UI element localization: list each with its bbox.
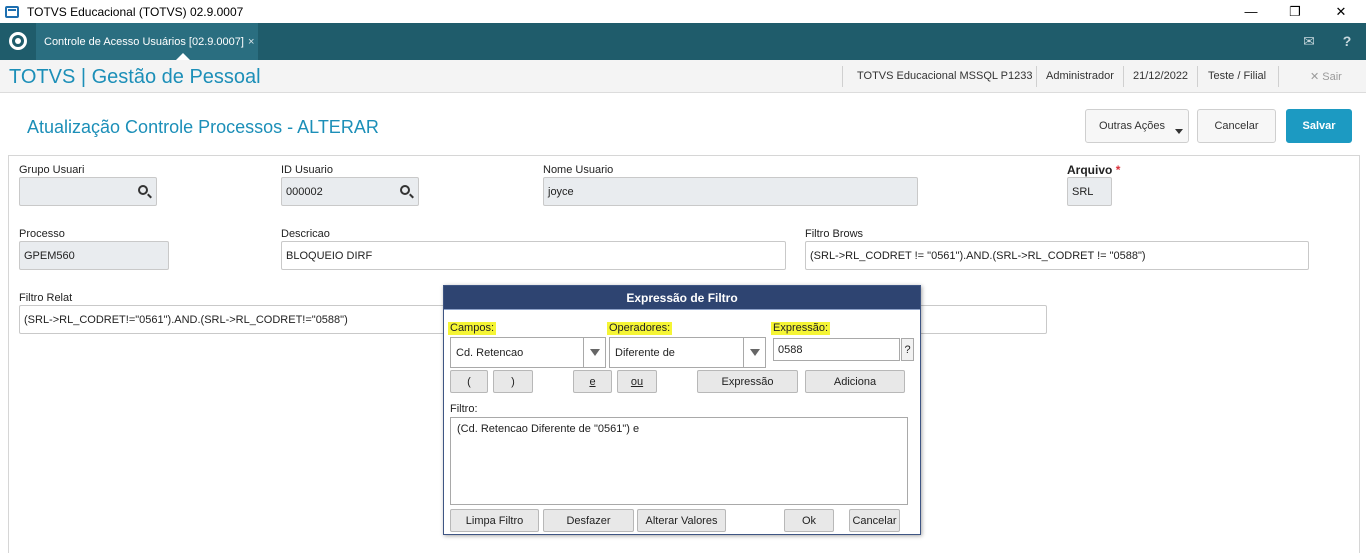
filtro-relat-label: Filtro Relat <box>19 292 73 304</box>
filtro-brows-field[interactable]: (SRL->RL_CODRET != "0561").AND.(SRL->RL_… <box>805 241 1309 270</box>
desfazer-button[interactable]: Desfazer <box>543 509 634 532</box>
adiciona-button[interactable]: Adiciona <box>805 370 905 393</box>
filter-expression-dialog: Expressão de Filtro Campos: Cd. Retencao… <box>443 285 921 535</box>
chevron-down-icon[interactable] <box>743 338 765 367</box>
close-paren-button[interactable]: ) <box>493 370 533 393</box>
ok-button[interactable]: Ok <box>784 509 834 532</box>
filtro-brows-value: (SRL->RL_CODRET != "0561").AND.(SRL->RL_… <box>810 249 1146 262</box>
date-info: 21/12/2022 <box>1133 70 1189 82</box>
campos-value: Cd. Retencao <box>456 346 524 359</box>
window-title-bar: TOTVS Educacional (TOTVS) 02.9.0007 — ❐ … <box>0 0 1366 23</box>
processo-value: GPEM560 <box>24 249 75 262</box>
module-header: TOTVS | Gestão de Pessoal TOTVS Educacio… <box>0 60 1366 93</box>
tab-active-caret <box>176 53 190 60</box>
campos-select[interactable]: Cd. Retencao <box>450 337 606 368</box>
dialog-title: Expressão de Filtro <box>444 286 920 310</box>
user-info: Administrador <box>1046 70 1114 82</box>
nome-usuario-field[interactable]: joyce <box>543 177 918 206</box>
exit-button[interactable]: ✕ Sair <box>1310 70 1342 83</box>
chevron-down-icon[interactable] <box>583 338 605 367</box>
tab-label: Controle de Acesso Usuários [02.9.0007] <box>44 35 244 48</box>
processo-label: Processo <box>19 228 65 240</box>
arquivo-label-text: Arquivo <box>1067 163 1113 177</box>
id-usuario-label: ID Usuario <box>281 164 333 176</box>
help-icon[interactable]: ? <box>1339 33 1355 49</box>
dialog-cancel-button[interactable]: Cancelar <box>849 509 900 532</box>
campos-label: Campos: <box>448 322 497 335</box>
tab-close-icon[interactable]: × <box>248 36 254 48</box>
arquivo-field[interactable]: SRL <box>1067 177 1112 206</box>
expressao-label: Expressão: <box>771 322 831 335</box>
module-brand: TOTVS | Gestão de Pessoal <box>9 66 261 88</box>
environment-info: TOTVS Educacional MSSQL P1233 <box>857 70 1033 82</box>
id-usuario-value: 000002 <box>286 185 323 198</box>
window-title: TOTVS Educacional (TOTVS) 02.9.0007 <box>27 4 244 19</box>
mail-icon[interactable]: ✉ <box>1301 33 1317 49</box>
required-marker: * <box>1115 163 1121 177</box>
other-actions-label: Outras Ações <box>1098 120 1166 132</box>
descricao-value: BLOQUEIO DIRF <box>286 249 373 262</box>
operadores-value: Diferente de <box>615 346 675 359</box>
cancel-button[interactable]: Cancelar <box>1197 109 1276 143</box>
filtro-brows-label: Filtro Brows <box>805 228 864 240</box>
arquivo-value: SRL <box>1072 185 1094 198</box>
divider <box>1278 66 1279 87</box>
nome-usuario-value: joyce <box>548 185 574 198</box>
page-title: Atualização Controle Processos - ALTERAR <box>27 117 379 137</box>
expressao-button[interactable]: Expressão <box>697 370 798 393</box>
id-usuario-field[interactable]: 000002 <box>281 177 419 206</box>
operadores-select[interactable]: Diferente de <box>609 337 766 368</box>
expressao-input[interactable]: 0588 <box>773 338 900 361</box>
tab-controle-acesso[interactable]: Controle de Acesso Usuários [02.9.0007] … <box>36 23 258 60</box>
totvs-logo-icon[interactable] <box>9 32 27 50</box>
operadores-label: Operadores: <box>607 322 673 335</box>
divider <box>1197 66 1198 87</box>
nome-usuario-label: Nome Usuario <box>543 164 614 176</box>
and-button[interactable]: e <box>573 370 612 393</box>
or-button[interactable]: ou <box>617 370 657 393</box>
divider <box>842 66 843 87</box>
close-window-button[interactable]: ✕ <box>1318 0 1364 23</box>
filtro-value: (Cd. Retencao Diferente de "0561") e <box>457 423 640 435</box>
tab-bar: Controle de Acesso Usuários [02.9.0007] … <box>0 23 1366 60</box>
descricao-label: Descricao <box>281 228 330 240</box>
limpa-filtro-button[interactable]: Limpa Filtro <box>450 509 539 532</box>
descricao-field[interactable]: BLOQUEIO DIRF <box>281 241 786 270</box>
search-icon[interactable] <box>400 185 410 195</box>
filtro-textarea[interactable]: (Cd. Retencao Diferente de "0561") e <box>450 417 908 505</box>
divider <box>1123 66 1124 87</box>
save-button[interactable]: Salvar <box>1286 109 1352 143</box>
branch-info: Teste / Filial <box>1208 70 1267 82</box>
expressao-help-button[interactable]: ? <box>901 338 914 361</box>
filtro-label: Filtro: <box>450 403 478 415</box>
app-icon <box>5 5 19 18</box>
chevron-down-icon <box>1175 129 1183 134</box>
grupo-usuari-field[interactable] <box>19 177 157 206</box>
search-icon[interactable] <box>138 185 148 195</box>
restore-button[interactable]: ❐ <box>1272 0 1318 23</box>
alterar-valores-button[interactable]: Alterar Valores <box>637 509 726 532</box>
minimize-button[interactable]: — <box>1228 0 1274 23</box>
arquivo-label: Arquivo * <box>1067 163 1120 177</box>
expressao-value: 0588 <box>778 343 803 356</box>
filtro-relat-value: (SRL->RL_CODRET!="0561").AND.(SRL->RL_CO… <box>24 313 348 326</box>
grupo-usuari-label: Grupo Usuari <box>19 164 85 176</box>
processo-field[interactable]: GPEM560 <box>19 241 169 270</box>
other-actions-button[interactable]: Outras Ações <box>1085 109 1189 143</box>
divider <box>1036 66 1037 87</box>
open-paren-button[interactable]: ( <box>450 370 488 393</box>
